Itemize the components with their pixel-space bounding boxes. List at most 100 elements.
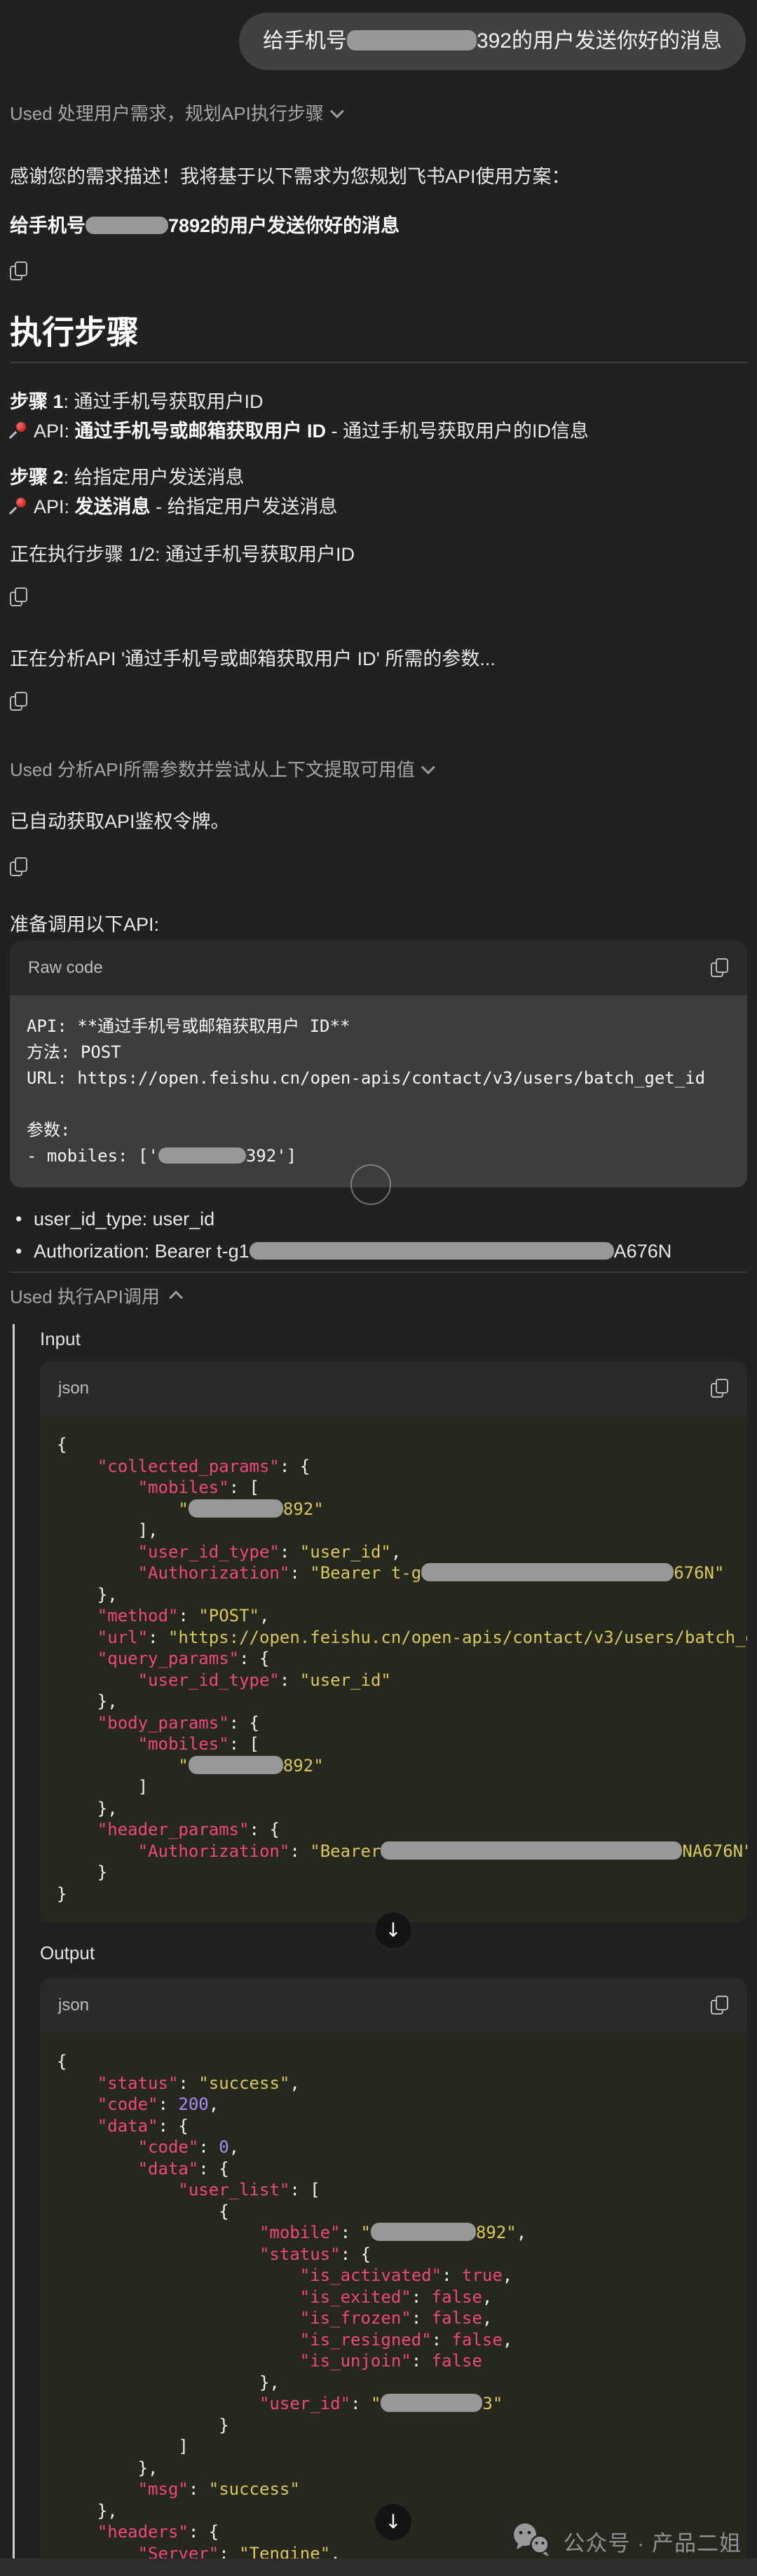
param-bullet-list: user_id_type: user_id Authorization: Bea… [10, 1203, 747, 1267]
chevron-down-icon [421, 760, 435, 774]
code-line: }, [57, 2458, 730, 2479]
code-line: { [57, 2201, 730, 2223]
code-line [27, 1091, 730, 1117]
code-line: "code": 0, [57, 2137, 730, 2158]
bottom-bar [0, 2558, 757, 2576]
step-1-title: 步骤 1: 通过手机号获取用户ID [10, 388, 747, 415]
user-message-bubble: 给手机号392的用户发送你好的消息 [239, 13, 746, 70]
code-line: ] [57, 2436, 730, 2458]
code-line: "Authorization": "BearerNA676N" [57, 1841, 730, 1862]
code-line: } [57, 1883, 730, 1905]
code-line: "code": 200, [57, 2094, 730, 2115]
copy-row [10, 587, 747, 611]
used-api-call-toggle[interactable]: Used 执行API调用 [10, 1283, 179, 1309]
intro-text: 感谢您的需求描述！我将基于以下需求为您规划飞书API使用方案： [10, 165, 747, 189]
copy-row [10, 692, 747, 715]
code-line: URL: https://open.feishu.cn/open-apis/co… [27, 1065, 730, 1091]
code-line: 参数: [27, 1117, 730, 1143]
steps-heading: 执行步骤 [10, 314, 747, 350]
bullet-authorization: Authorization: Bearer t-g1A676N [10, 1235, 747, 1267]
code-line: API: **通过手机号或邮箱获取用户 ID** [27, 1014, 730, 1040]
copy-row [10, 261, 747, 285]
copy-icon[interactable] [711, 958, 729, 978]
code-line: { [57, 2051, 730, 2073]
auth-token-text: 已自动获取API鉴权令牌。 [10, 810, 747, 833]
code-line: "Authorization": "Bearer t-g676N" [57, 1562, 730, 1584]
input-json-lang-label: json [58, 1379, 89, 1398]
code-line: "user_id_type": "user_id" [57, 1670, 730, 1691]
code-line: { [57, 1434, 730, 1456]
watermark: 公众号 · 产品二姐 [511, 2522, 742, 2560]
code-line: }, [57, 1584, 730, 1606]
code-line: "data": { [57, 2158, 730, 2180]
code-line: ], [57, 1520, 730, 1541]
used-api-call-label: Used 执行API调用 [10, 1283, 160, 1309]
code-line: "is_resigned": false, [57, 2329, 730, 2351]
copy-icon[interactable] [10, 692, 28, 711]
output-json-panel-header: json [40, 1978, 747, 2033]
code-line: "msg": "success" [57, 2479, 730, 2500]
code-line: "header_params": { [57, 1819, 730, 1841]
step-2-title: 步骤 2: 给指定用户发送消息 [10, 464, 747, 491]
raw-code-panel: Raw code API: **通过手机号或邮箱获取用户 ID**方法: POS… [10, 941, 747, 1187]
copy-icon[interactable] [10, 261, 28, 281]
input-json-panel-header: json [40, 1361, 747, 1416]
code-line: "data": { [57, 2115, 730, 2137]
code-line: ] [57, 1776, 730, 1798]
copy-icon[interactable] [10, 587, 28, 607]
pushpin-icon [10, 496, 28, 516]
code-line: "user_id": "3" [57, 2393, 730, 2415]
analyzing-status-text: 正在分析API '通过手机号或邮箱获取用户 ID' 所需的参数... [10, 647, 747, 671]
code-line: "is_unjoin": false [57, 2350, 730, 2372]
copy-icon[interactable] [10, 857, 28, 877]
arrow-down-icon: ↓ [385, 2512, 401, 2532]
code-line: 方法: POST [27, 1040, 730, 1065]
input-json-body: { "collected_params": { "mobiles": [ "89… [40, 1416, 747, 1923]
code-line: "user_list": [ [57, 2179, 730, 2201]
code-line: "mobiles": [ [57, 1733, 730, 1755]
scroll-down-button[interactable]: ↓ [374, 1911, 412, 1949]
chevron-up-icon [169, 1290, 183, 1304]
click-ring-artifact [350, 1164, 391, 1205]
code-line: "method": "POST", [57, 1605, 730, 1627]
code-line: "body_params": { [57, 1712, 730, 1734]
raw-code-panel-header: Raw code [10, 941, 747, 995]
code-line: "query_params": { [57, 1648, 730, 1670]
copy-row [10, 857, 747, 880]
input-label: Input [40, 1328, 747, 1350]
executing-status-text: 正在执行步骤 1/2: 通过手机号获取用户ID [10, 543, 747, 566]
code-line: }, [57, 1798, 730, 1820]
watermark-text: 公众号 · 产品二姐 [563, 2526, 742, 2557]
code-line: } [57, 2415, 730, 2437]
raw-code-label: Raw code [28, 958, 103, 978]
scroll-down-button[interactable]: ↓ [374, 2503, 412, 2541]
request-restated-text: 给手机号7892的用户发送你好的消息 [10, 214, 747, 238]
heading-divider [10, 362, 747, 363]
used-plan-toggle[interactable]: Used 处理用户需求，规划API执行步骤 [10, 100, 343, 125]
chat-page: 给手机号392的用户发送你好的消息 Used 处理用户需求，规划API执行步骤 … [0, 0, 757, 2576]
wechat-icon [511, 2522, 554, 2560]
used-params-toggle[interactable]: Used 分析API所需参数并尝试从上下文提取可用值 [10, 756, 435, 782]
code-line: "is_frozen": false, [57, 2308, 730, 2329]
code-line: "892" [57, 1499, 730, 1520]
chevron-down-icon [330, 104, 344, 118]
input-json-panel: json { "collected_params": { "mobiles": … [40, 1361, 747, 1923]
output-json-lang-label: json [58, 1996, 89, 2015]
step-2-api: API: 发送消息 - 给指定用户发送消息 [10, 493, 747, 520]
copy-icon[interactable] [711, 1996, 729, 2015]
step-1-api: API: 通过手机号或邮箱获取用户 ID - 通过手机号获取用户的ID信息 [10, 418, 747, 444]
code-line: "status": "success", [57, 2073, 730, 2094]
used-plan-label: Used 处理用户需求，规划API执行步骤 [10, 100, 324, 125]
used-params-label: Used 分析API所需参数并尝试从上下文提取可用值 [10, 756, 415, 782]
code-line: }, [57, 2372, 730, 2394]
code-line: "892" [57, 1755, 730, 1777]
code-line: }, [57, 1691, 730, 1712]
copy-icon[interactable] [711, 1379, 729, 1398]
code-line: "collected_params": { [57, 1456, 730, 1478]
prepare-call-text: 准备调用以下API: [10, 913, 747, 936]
output-json-body: { "status": "success", "code": 200, "dat… [40, 2033, 747, 2576]
code-line: "user_id_type": "user_id", [57, 1541, 730, 1563]
raw-code-body: API: **通过手机号或邮箱获取用户 ID**方法: POSTURL: htt… [10, 995, 747, 1187]
section-divider [10, 1272, 747, 1273]
bullet-user-id-type: user_id_type: user_id [10, 1203, 747, 1235]
